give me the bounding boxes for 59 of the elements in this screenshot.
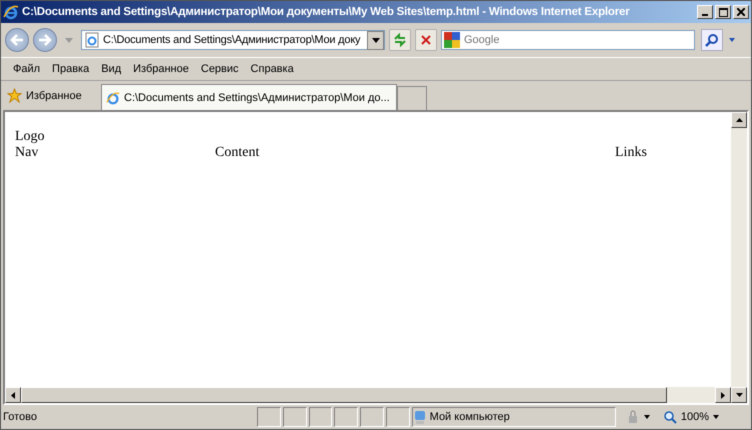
links-text: Links bbox=[615, 145, 647, 161]
close-icon bbox=[421, 35, 431, 45]
search-icon bbox=[705, 33, 719, 47]
status-panel bbox=[386, 407, 410, 427]
scroll-left-button[interactable] bbox=[5, 387, 21, 403]
refresh-button[interactable] bbox=[389, 29, 411, 51]
content-text: Content bbox=[215, 145, 260, 161]
computer-icon bbox=[412, 410, 427, 424]
search-field[interactable]: Google bbox=[441, 30, 695, 50]
maximize-button[interactable] bbox=[715, 5, 731, 19]
forward-button[interactable] bbox=[33, 28, 57, 52]
zoom-in-icon bbox=[664, 410, 677, 424]
menu-item[interactable]: Сервис bbox=[194, 59, 245, 79]
menu-item[interactable]: Вид bbox=[95, 59, 128, 79]
status-text: Готово bbox=[3, 411, 38, 423]
left-arrow-icon bbox=[11, 392, 15, 398]
scroll-right-button[interactable] bbox=[715, 387, 731, 403]
back-arrow-icon bbox=[10, 34, 24, 46]
page-icon bbox=[84, 32, 100, 48]
nav-text: Nav bbox=[15, 145, 40, 161]
down-arrow-icon bbox=[736, 393, 742, 397]
menu-item[interactable]: Файл bbox=[7, 59, 46, 79]
forward-arrow-icon bbox=[38, 34, 52, 46]
dropdown-arrow-icon bbox=[372, 38, 380, 42]
security-zone-label: Мой компьютер bbox=[412, 407, 616, 427]
favorites-button[interactable]: Избранное bbox=[5, 82, 101, 108]
status-panel bbox=[257, 407, 281, 427]
scroll-up-button[interactable] bbox=[731, 112, 747, 128]
browser-logo-icon bbox=[3, 4, 19, 20]
menu-item[interactable]: Правка bbox=[46, 59, 96, 79]
scroll-down-button[interactable] bbox=[731, 387, 747, 403]
minimize-button[interactable] bbox=[697, 5, 713, 19]
dropdown-arrow-icon bbox=[713, 415, 720, 419]
up-arrow-icon bbox=[736, 118, 742, 122]
search-provider-icon bbox=[444, 32, 460, 48]
close-button[interactable] bbox=[733, 5, 749, 19]
status-panel bbox=[308, 407, 332, 427]
status-panel bbox=[334, 407, 358, 427]
window-title: C:\Documents and Settings\Администратор\Мои документы\My Web Sites\temp.html - Windows Internet Explorer bbox=[22, 6, 630, 18]
dropdown-arrow-icon bbox=[729, 38, 735, 42]
address-field[interactable]: C:\Documents and Settings\Администратор\Мои доку bbox=[81, 30, 385, 50]
refresh-icon bbox=[393, 33, 407, 47]
menu-item[interactable]: Избранное bbox=[127, 59, 195, 79]
logo-text: Logo bbox=[15, 129, 46, 145]
right-arrow-icon bbox=[721, 392, 725, 398]
stop-button[interactable] bbox=[415, 29, 437, 51]
dropdown-arrow-icon bbox=[644, 415, 650, 419]
browser-tab[interactable]: C:\Documents and Settings\Администратор\Мои до... bbox=[101, 84, 397, 110]
maximize-icon bbox=[718, 8, 728, 16]
page-icon bbox=[106, 90, 120, 104]
back-button[interactable] bbox=[5, 28, 29, 52]
status-panel bbox=[282, 407, 307, 427]
status-panel bbox=[360, 407, 384, 427]
search-button[interactable] bbox=[701, 29, 723, 51]
close-icon bbox=[737, 8, 745, 16]
menu-item[interactable]: Справка bbox=[244, 59, 300, 79]
address-dropdown-button[interactable] bbox=[367, 30, 384, 50]
zoom-button[interactable]: 100% bbox=[660, 408, 749, 426]
star-icon bbox=[7, 88, 22, 103]
